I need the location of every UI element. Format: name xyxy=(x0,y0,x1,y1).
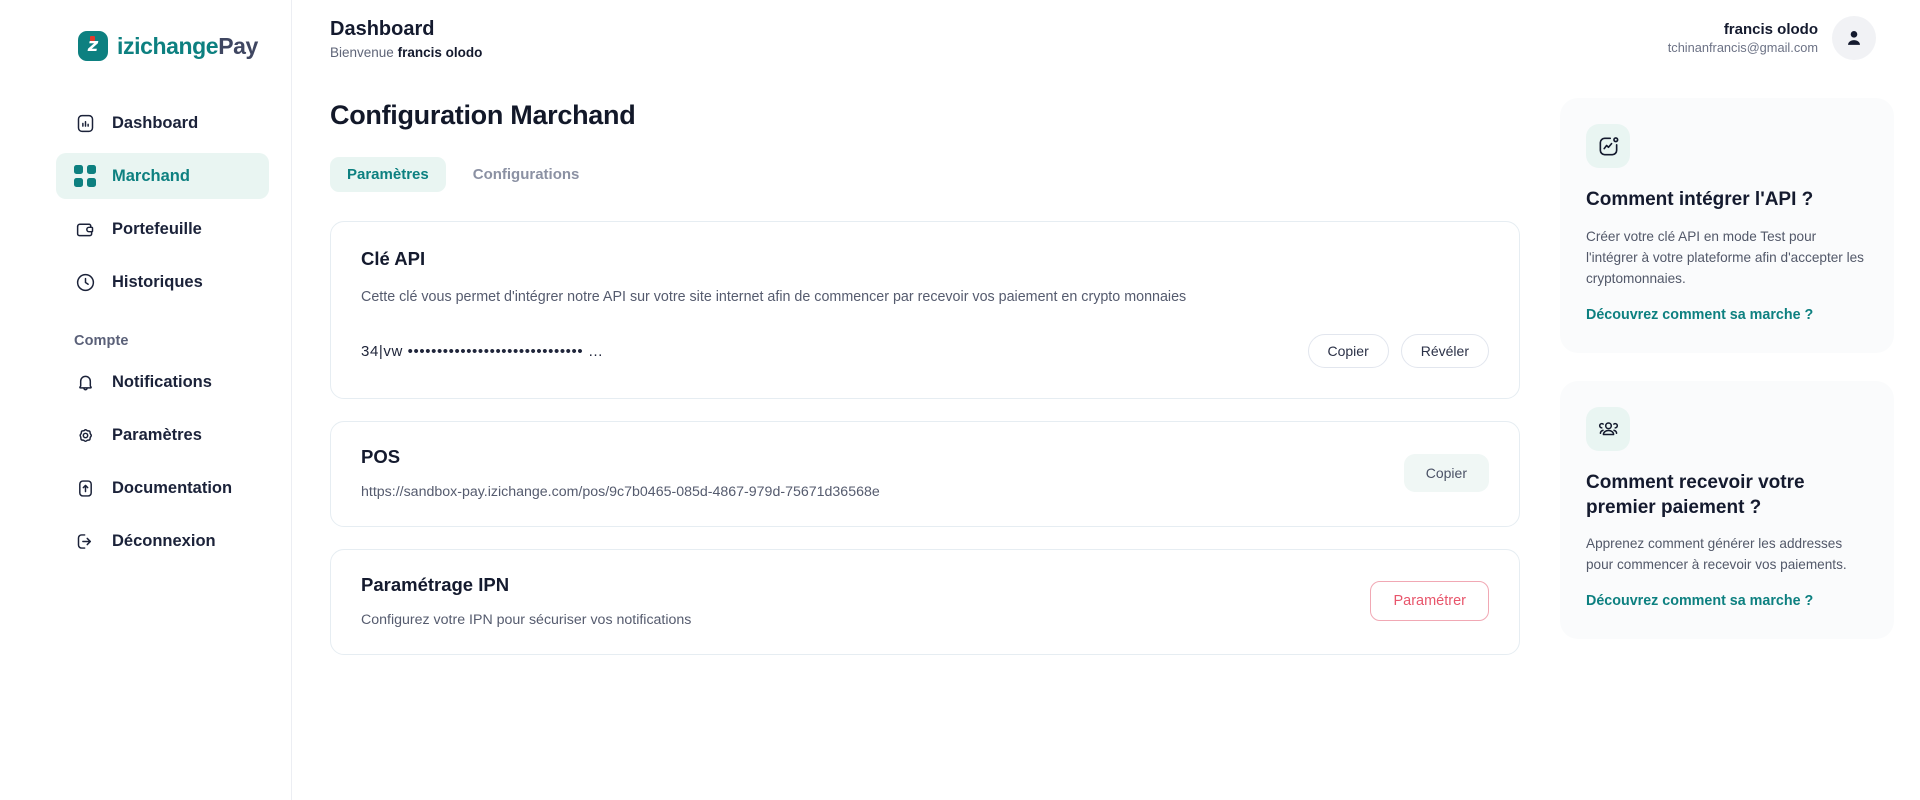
ipn-title: Paramétrage IPN xyxy=(361,574,510,596)
app-root: z izichangePay Dashboard Marchand Portef… xyxy=(0,0,1920,800)
pos-info: POS https://sandbox-pay.izichange.com/po… xyxy=(361,446,880,500)
chart-bar-icon xyxy=(74,112,96,134)
sidebar-item-label: Déconnexion xyxy=(112,531,216,550)
configure-ipn-button[interactable]: Paramétrer xyxy=(1370,581,1489,622)
topbar: Dashboard Bienvenue francis olodo franci… xyxy=(292,0,1920,76)
izichange-logo-icon: z xyxy=(78,31,108,61)
user-icon xyxy=(1848,31,1860,45)
brand-logo[interactable]: z izichangePay xyxy=(0,14,291,70)
document-upload-icon xyxy=(74,477,96,499)
help-card-link[interactable]: Découvrez comment sa marche ? xyxy=(1586,307,1868,323)
help-card-text: Apprenez comment générer les addresses p… xyxy=(1586,536,1847,573)
user-name: francis olodo xyxy=(1723,21,1818,38)
api-key-actions: Copier Révéler xyxy=(1307,334,1489,369)
copy-api-key-button[interactable]: Copier xyxy=(1307,334,1389,369)
sidebar-item-historiques[interactable]: Historiques xyxy=(56,259,269,305)
api-key-description: Cette clé vous permet d'intégrer notre A… xyxy=(361,289,1187,305)
sidebar-item-label: Notifications xyxy=(112,372,212,391)
user-info: francis olodo tchinanfrancis@gmail.com xyxy=(1668,21,1818,55)
api-key-title: Clé API xyxy=(361,248,426,269)
sidebar-item-dashboard[interactable]: Dashboard xyxy=(56,100,269,146)
copy-pos-url-button[interactable]: Copier xyxy=(1403,454,1489,493)
avatar[interactable] xyxy=(1832,16,1876,60)
gear-icon xyxy=(74,424,96,446)
sidebar-item-label: Historiques xyxy=(112,272,203,291)
welcome-prefix: Bienvenue xyxy=(330,44,394,60)
users-group-icon xyxy=(1586,406,1630,451)
ipn-description: Configurez votre IPN pour sécuriser vos … xyxy=(361,612,692,629)
section-title: Configuration Marchand xyxy=(330,100,636,130)
sidebar-item-documentation[interactable]: Documentation xyxy=(56,465,269,511)
reveal-api-key-button[interactable]: Révéler xyxy=(1400,334,1489,369)
logout-icon xyxy=(74,530,96,552)
sidebar-item-deconnexion[interactable]: Déconnexion xyxy=(56,518,269,564)
pos-title: POS xyxy=(361,446,401,468)
clock-icon xyxy=(74,271,96,293)
brand-name-pay: Pay xyxy=(218,32,258,59)
ipn-info: Paramétrage IPN Configurez votre IPN pou… xyxy=(361,574,691,628)
grid-dots-icon xyxy=(74,165,96,187)
api-key-row: 34|vw •••••••••••••••••••••••••••••• … C… xyxy=(361,334,1489,369)
user-email: tchinanfrancis@gmail.com xyxy=(1667,40,1818,55)
page-title: Dashboard xyxy=(330,17,435,40)
sidebar-item-label: Documentation xyxy=(112,478,233,497)
sidebar-item-label: Dashboard xyxy=(112,113,199,132)
sidebar: z izichangePay Dashboard Marchand Portef… xyxy=(0,0,292,800)
sidebar-item-label: Marchand xyxy=(112,166,190,185)
activity-chart-icon xyxy=(1586,124,1630,168)
brand-name-izichange: izichange xyxy=(117,32,219,59)
api-key-card: Clé API Cette clé vous permet d'intégrer… xyxy=(330,221,1520,400)
brand-wordmark: izichangePay xyxy=(117,33,258,60)
bell-icon xyxy=(74,371,96,393)
pos-url: https://sandbox-pay.izichange.com/pos/9c… xyxy=(361,484,880,501)
user-menu[interactable]: francis olodo tchinanfrancis@gmail.com xyxy=(1668,16,1876,60)
pos-card: POS https://sandbox-pay.izichange.com/po… xyxy=(330,421,1520,528)
wallet-icon xyxy=(74,218,96,240)
main-area: Dashboard Bienvenue francis olodo franci… xyxy=(292,0,1920,800)
tab-configurations[interactable]: Configurations xyxy=(456,157,597,192)
welcome-username: francis olodo xyxy=(397,44,483,60)
sidebar-item-label: Portefeuille xyxy=(112,219,202,238)
api-key-value: 34|vw •••••••••••••••••••••••••••••• … xyxy=(361,342,604,360)
help-card-link[interactable]: Découvrez comment sa marche ? xyxy=(1586,593,1868,609)
tab-parametres[interactable]: Paramètres xyxy=(330,157,446,192)
help-card-title: Comment recevoir votre premier paiement … xyxy=(1586,471,1805,518)
body-area: Configuration Marchand Paramètres Config… xyxy=(292,76,1920,800)
welcome-text: Bienvenue francis olodo xyxy=(330,45,482,60)
sidebar-item-marchand[interactable]: Marchand xyxy=(56,153,269,199)
sidebar-nav: Dashboard Marchand Portefeuille Historiq… xyxy=(0,100,291,564)
content-column: Configuration Marchand Paramètres Config… xyxy=(292,76,1550,800)
help-rail: Comment intégrer l'API ? Créer votre clé… xyxy=(1550,76,1920,800)
ipn-card: Paramétrage IPN Configurez votre IPN pou… xyxy=(330,549,1520,656)
help-card-text: Créer votre clé API en mode Test pour l'… xyxy=(1586,228,1864,286)
help-card-api: Comment intégrer l'API ? Créer votre clé… xyxy=(1560,98,1894,353)
tab-bar: Paramètres Configurations xyxy=(330,157,1520,192)
sidebar-item-parametres[interactable]: Paramètres xyxy=(56,412,269,458)
page-heading: Dashboard Bienvenue francis olodo xyxy=(330,17,482,60)
help-card-title: Comment intégrer l'API ? xyxy=(1586,189,1814,210)
sidebar-section-label: Compte xyxy=(74,333,129,349)
help-card-payment: Comment recevoir votre premier paiement … xyxy=(1560,380,1894,640)
sidebar-item-portefeuille[interactable]: Portefeuille xyxy=(56,206,269,252)
sidebar-item-notifications[interactable]: Notifications xyxy=(56,359,269,405)
sidebar-item-label: Paramètres xyxy=(112,425,202,444)
